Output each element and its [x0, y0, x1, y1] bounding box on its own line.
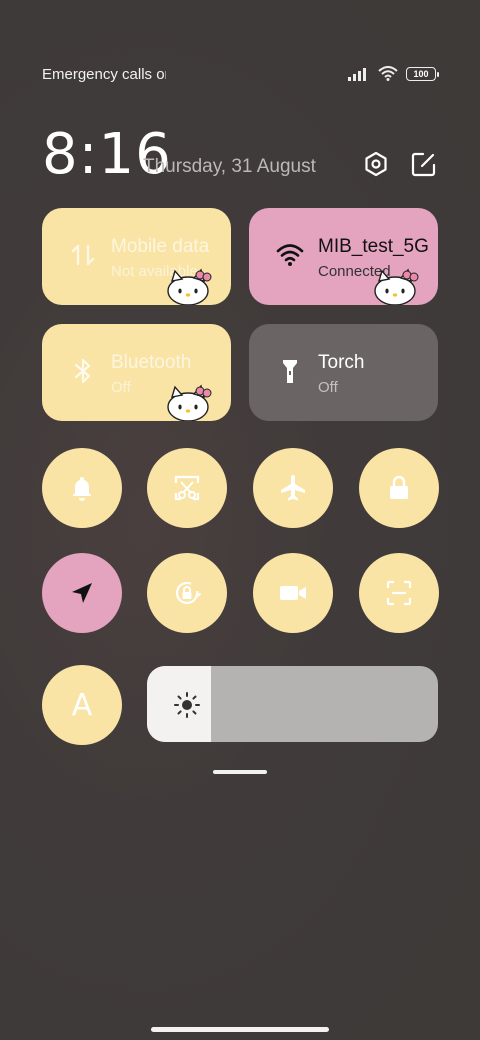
- torch-icon: [275, 356, 305, 386]
- torch-status: Off: [318, 379, 338, 396]
- auto-brightness-toggle[interactable]: A: [42, 665, 122, 745]
- kitty-icon: [167, 384, 212, 421]
- lock-toggle[interactable]: [359, 448, 439, 528]
- status-bar: Emergency calls only 100: [42, 66, 439, 88]
- status-icons: 100: [348, 66, 439, 81]
- tile-bluetooth[interactable]: Bluetooth Off: [42, 324, 231, 421]
- bell-icon: [73, 477, 91, 501]
- sun-icon: [174, 692, 200, 718]
- brightness-slider[interactable]: [147, 666, 438, 742]
- drag-handle[interactable]: [213, 770, 267, 774]
- wifi-tile-icon: [275, 240, 305, 270]
- home-indicator[interactable]: [151, 1027, 329, 1032]
- kitty-icon: [374, 268, 419, 305]
- torch-label: Torch: [318, 352, 365, 373]
- scan-toggle[interactable]: [359, 553, 439, 633]
- screenshot-icon: [174, 475, 200, 501]
- location-toggle[interactable]: [42, 553, 122, 633]
- edit-icon[interactable]: [410, 150, 438, 178]
- bluetooth-icon: [68, 356, 98, 386]
- video-toggle[interactable]: [253, 553, 333, 633]
- location-icon: [72, 583, 92, 603]
- screenshot-toggle[interactable]: [147, 448, 227, 528]
- rotation-lock-icon: [175, 581, 202, 605]
- wifi-icon: [378, 66, 398, 81]
- lock-icon: [390, 475, 408, 499]
- date: Thursday, 31 August: [143, 156, 316, 177]
- tile-mobile-data[interactable]: Mobile data Not available: [42, 208, 231, 305]
- battery-icon: 100: [406, 66, 439, 81]
- tile-torch[interactable]: Torch Off: [249, 324, 438, 421]
- kitty-icon: [167, 268, 212, 305]
- airplane-toggle[interactable]: [253, 448, 333, 528]
- carrier-text: Emergency calls only: [42, 66, 166, 83]
- auto-brightness-letter: A: [71, 687, 93, 723]
- mobile-data-label: Mobile data: [111, 236, 210, 257]
- settings-icon[interactable]: [362, 150, 390, 178]
- mobile-data-icon: [68, 240, 98, 270]
- wifi-label: MIB_test_5G: [318, 236, 429, 257]
- bluetooth-label: Bluetooth: [111, 352, 192, 373]
- signal-icon: [348, 67, 370, 81]
- rotation-lock-toggle[interactable]: [147, 553, 227, 633]
- scan-icon: [386, 580, 412, 606]
- sound-toggle[interactable]: [42, 448, 122, 528]
- airplane-icon: [281, 475, 305, 501]
- video-icon: [280, 586, 306, 600]
- tile-wifi[interactable]: MIB_test_5G Connected: [249, 208, 438, 305]
